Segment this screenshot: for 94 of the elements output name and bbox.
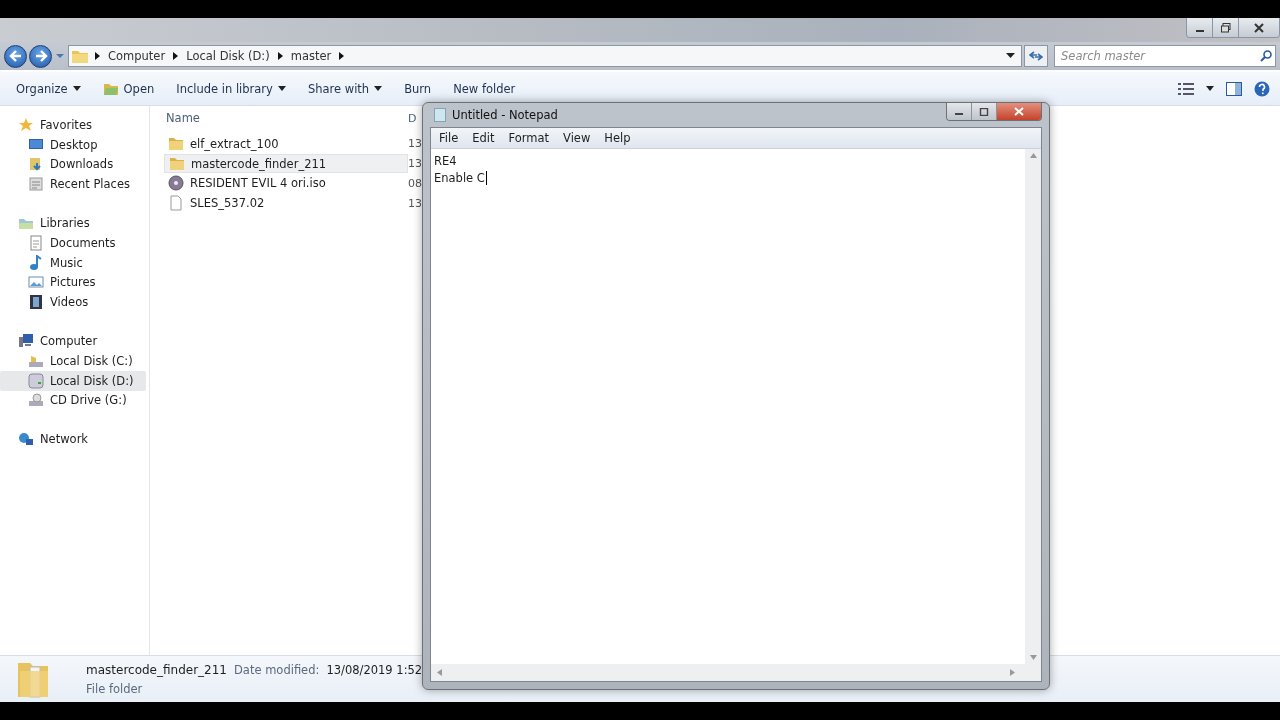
navigation-item[interactable]: Local Disk (C:)	[0, 350, 146, 371]
column-header[interactable]: D	[408, 111, 417, 125]
folder-icon	[168, 135, 184, 152]
table-cell: 13	[408, 196, 422, 210]
close-icon	[1014, 107, 1024, 116]
maximize-button[interactable]	[972, 103, 997, 120]
text-line: Enable C	[434, 170, 485, 185]
file-row[interactable]: elf_extract_100	[164, 134, 408, 154]
minimize-button[interactable]	[1187, 18, 1213, 37]
navigation-item[interactable]: Music	[0, 252, 146, 273]
download-folder-icon	[28, 156, 44, 173]
table-cell: 13	[408, 137, 422, 151]
column-header[interactable]: Name	[164, 111, 408, 125]
navigation-item[interactable]: Desktop	[0, 134, 146, 155]
forward-button[interactable]	[29, 44, 52, 68]
document-icon	[28, 234, 44, 251]
dropdown-caret-icon[interactable]	[1006, 53, 1015, 59]
item-type: File folder	[86, 681, 144, 696]
menu-item[interactable]: Help	[599, 129, 636, 147]
film-icon	[28, 294, 44, 311]
forward-arrow-icon	[33, 49, 48, 63]
menu-item[interactable]: Edit	[467, 129, 500, 147]
breadcrumb-item[interactable]: Computer	[108, 49, 166, 63]
navigation-item[interactable]: Local Disk (D:)	[0, 370, 146, 391]
maximize-button[interactable]	[1213, 18, 1239, 37]
menu-item[interactable]: View	[558, 129, 596, 147]
drive-icon	[28, 372, 44, 389]
breadcrumb-arrow-icon[interactable]	[95, 52, 100, 60]
back-arrow-icon	[8, 49, 23, 63]
address-bar[interactable]: Computer Local Disk (D:) master	[68, 45, 1022, 67]
search-field[interactable]: Search master	[1054, 45, 1276, 67]
navigation-item[interactable]: Videos	[0, 292, 146, 313]
toolbar-button[interactable]: Share with	[299, 78, 391, 99]
menu-item[interactable]: File	[434, 129, 464, 147]
back-button[interactable]	[4, 44, 27, 68]
network-icon	[18, 431, 34, 448]
preview-pane-icon[interactable]	[1226, 81, 1242, 96]
file-row[interactable]: SLES_537.02	[164, 193, 408, 213]
breadcrumb-item[interactable]: master	[290, 49, 332, 63]
table-cell: 13	[408, 157, 422, 171]
date-modified-label: Date modified:	[234, 662, 320, 677]
cd-drive-icon	[28, 392, 44, 409]
navigation-item[interactable]: Downloads	[0, 154, 146, 175]
text-area[interactable]: RE4 Enable C	[431, 149, 1025, 664]
help-icon[interactable]	[1254, 80, 1270, 97]
navigation-item[interactable]: Documents	[0, 233, 146, 253]
folder-icon	[169, 155, 185, 172]
music-note-icon	[28, 254, 44, 271]
notepad-icon	[434, 108, 446, 122]
file-row[interactable]: RESIDENT EVIL 4 ori.iso	[164, 174, 408, 193]
navigation-item[interactable]: Recent Places	[0, 174, 146, 195]
search-icon[interactable]	[1260, 50, 1272, 62]
minimize-icon	[1195, 29, 1204, 32]
navigation-item[interactable]: CD Drive (G:)	[0, 390, 146, 411]
open-folder-icon	[102, 81, 119, 96]
navigation-item[interactable]: Pictures	[0, 272, 146, 293]
date-modified-value: 13/08/2019 1:52	[326, 662, 423, 677]
maximize-icon	[979, 107, 989, 116]
menu-item[interactable]: Format	[503, 129, 555, 147]
view-list-icon[interactable]	[1178, 81, 1194, 96]
file-row[interactable]: mastercode_finder_211	[164, 154, 408, 174]
toolbar-button[interactable]: Burn	[396, 78, 440, 99]
text-line: RE4	[434, 153, 457, 168]
recent-places-icon	[28, 176, 44, 193]
folder-icon	[71, 48, 89, 64]
navigation-item[interactable]: Favorites	[0, 115, 149, 135]
toolbar-button[interactable]: Open	[94, 78, 163, 99]
breadcrumb-arrow-icon[interactable]	[339, 52, 345, 60]
breadcrumb-item[interactable]: Local Disk (D:)	[186, 49, 270, 63]
item-name: mastercode_finder_211	[86, 662, 227, 677]
breadcrumb-arrow-icon[interactable]	[277, 52, 283, 60]
toolbar-button[interactable]: Organize	[8, 78, 89, 99]
refresh-button[interactable]	[1024, 45, 1048, 67]
disc-icon	[168, 175, 184, 192]
computer-icon	[18, 333, 34, 350]
close-button[interactable]	[1239, 18, 1279, 37]
toolbar-button[interactable]: Include in library	[168, 78, 294, 99]
navigation-item[interactable]: Libraries	[0, 213, 149, 233]
navigation-item[interactable]: Network	[0, 429, 149, 450]
close-icon	[1254, 22, 1264, 33]
picture-icon	[28, 274, 44, 291]
refresh-arrows-icon	[1029, 50, 1043, 62]
restore-icon	[1220, 22, 1231, 33]
file-icon	[168, 195, 184, 212]
star-icon	[18, 116, 34, 133]
navigation-item[interactable]: Computer	[0, 331, 149, 351]
minimize-button[interactable]	[947, 103, 972, 120]
breadcrumb-arrow-icon[interactable]	[173, 52, 179, 60]
table-cell: 08	[408, 177, 422, 190]
toolbar-button[interactable]: New folder	[445, 78, 524, 99]
caret-icon[interactable]	[1206, 86, 1214, 91]
window-title: Untitled - Notepad	[452, 108, 558, 122]
close-button[interactable]	[997, 103, 1041, 120]
text-cursor	[485, 170, 487, 185]
